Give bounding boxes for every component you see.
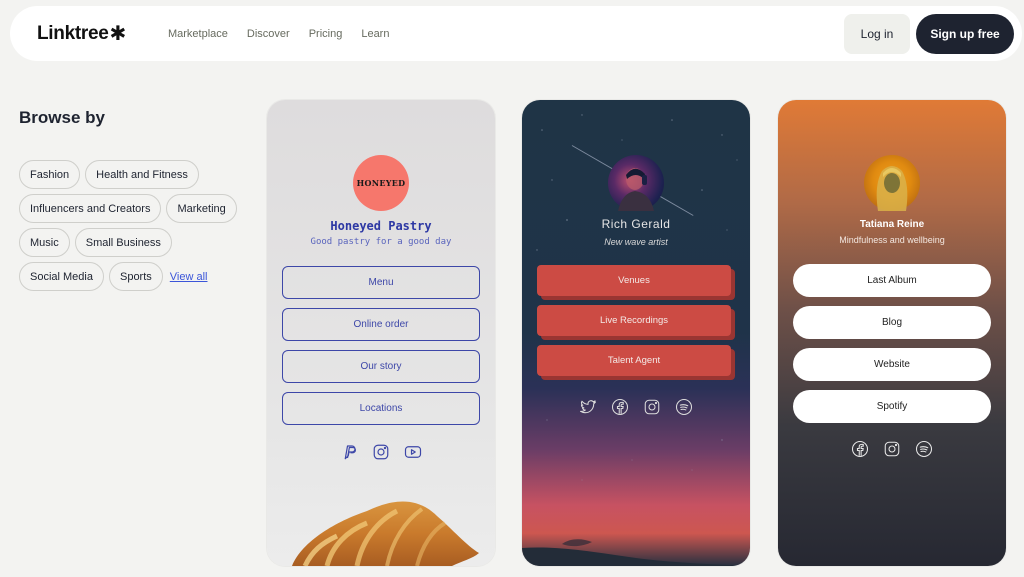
nav-link-discover[interactable]: Discover [247,28,290,40]
nav-links: Marketplace Discover Pricing Learn [168,28,408,40]
view-all-link[interactable]: View all [170,271,208,283]
category-chip-small-business[interactable]: Small Business [74,228,172,257]
category-chip-influencers-creators[interactable]: Influencers and Creators [19,194,162,223]
profile-bio: Good pastry for a good day [310,237,452,247]
youtube-icon[interactable] [404,443,422,461]
link-button-last-album[interactable]: Last Album [793,264,991,297]
profile-card-rich-gerald[interactable]: Rich Gerald New wave artist Venues Live … [522,100,750,566]
signup-button[interactable]: Sign up free [916,13,1014,54]
profile-name: Honeyed Pastry [330,219,432,233]
paypal-icon[interactable] [340,443,358,461]
mountain-silhouette [522,539,750,566]
nav-link-pricing[interactable]: Pricing [309,28,343,40]
instagram-icon[interactable] [643,398,661,416]
instagram-icon[interactable] [372,443,390,461]
logo-text: Linktree [37,22,109,44]
category-chip-music[interactable]: Music [19,228,70,257]
browse-by-heading: Browse by [19,108,105,127]
link-button-our-story[interactable]: Our story [282,350,480,383]
top-navigation: Linktree ✱ Marketplace Discover Pricing … [10,6,1022,61]
honeyed-logo-avatar: HONEYED [353,155,409,211]
facebook-icon[interactable] [611,398,629,416]
spotify-icon[interactable] [675,398,693,416]
category-chip-health-fitness[interactable]: Health and Fitness [85,160,199,189]
category-chips: Fashion Health and Fitness Influencers a… [19,160,254,291]
nav-link-learn[interactable]: Learn [361,28,389,40]
profile-links: Venues Live Recordings Talent Agent [537,265,735,376]
login-button[interactable]: Log in [844,13,910,54]
social-icons [778,440,1006,458]
link-button-online-order[interactable]: Online order [282,308,480,341]
honeyed-logo-text: HONEYED [356,178,406,188]
link-button-menu[interactable]: Menu [282,266,480,299]
croissant-image [292,501,479,566]
tatiana-reine-avatar [864,155,920,211]
social-icons [522,398,750,416]
spotify-icon[interactable] [915,440,933,458]
category-chip-fashion[interactable]: Fashion [19,160,81,189]
link-button-live-recordings[interactable]: Live Recordings [537,305,731,336]
linktree-logo[interactable]: Linktree ✱ [37,23,126,45]
profile-links: Menu Online order Our story Locations [282,266,480,425]
twitter-icon[interactable] [579,398,597,416]
linktree-asterisk-icon: ✱ [109,22,127,45]
profile-card-tatiana-reine[interactable]: Tatiana Reine Mindfulness and wellbeing … [778,100,1006,566]
profile-card-honeyed-pastry[interactable]: HONEYED Honeyed Pastry Good pastry for a… [267,100,495,566]
nav-link-marketplace[interactable]: Marketplace [168,28,228,40]
category-chip-marketing[interactable]: Marketing [166,194,237,223]
profile-bio: Mindfulness and wellbeing [839,235,945,245]
link-button-locations[interactable]: Locations [282,392,480,425]
profile-bio: New wave artist [604,237,668,247]
category-chip-social-media[interactable]: Social Media [19,262,104,291]
link-button-blog[interactable]: Blog [793,306,991,339]
link-button-talent-agent[interactable]: Talent Agent [537,345,731,376]
facebook-icon[interactable] [851,440,869,458]
profile-links: Last Album Blog Website Spotify [793,264,991,423]
link-button-venues[interactable]: Venues [537,265,731,296]
nav-actions: Log in Sign up free [844,13,1014,54]
link-button-spotify[interactable]: Spotify [793,390,991,423]
profile-name: Tatiana Reine [859,219,925,230]
social-icons [267,443,495,461]
profile-name: Rich Gerald [601,217,671,231]
person-silhouette-icon [876,166,908,211]
category-chip-sports[interactable]: Sports [108,262,163,291]
person-silhouette-icon [618,168,654,211]
link-button-website[interactable]: Website [793,348,991,381]
rich-gerald-avatar [608,155,664,211]
instagram-icon[interactable] [883,440,901,458]
